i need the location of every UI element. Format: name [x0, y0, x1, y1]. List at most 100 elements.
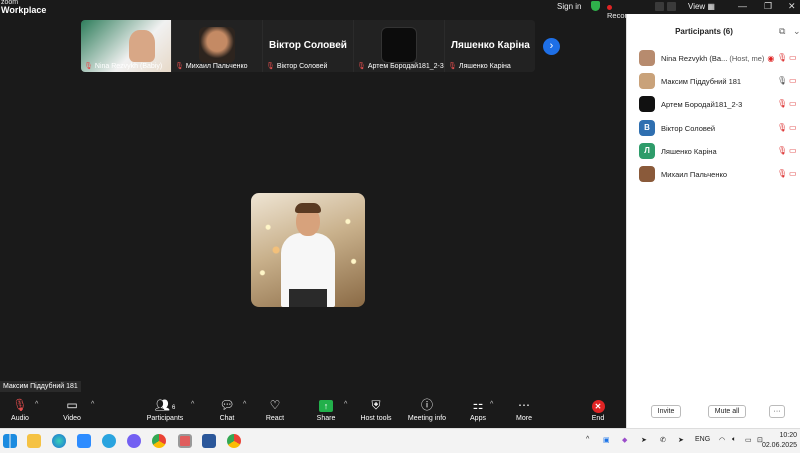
video-button[interactable]: ▭ Video: [60, 398, 84, 422]
view-menu-button[interactable]: View ▦: [688, 2, 715, 11]
meeting-info-button[interactable]: ⓘ Meeting info: [405, 398, 449, 422]
mic-muted-icon[interactable]: 🎙︎: [777, 99, 787, 108]
wifi-icon[interactable]: ◠: [719, 436, 725, 444]
apps-label: Apps: [470, 415, 486, 422]
active-speaker-video[interactable]: [251, 193, 365, 307]
mic-muted-icon[interactable]: 🎙︎: [777, 53, 787, 62]
word-icon[interactable]: [202, 434, 216, 448]
thumbnail-tile[interactable]: 🎙︎ Nina Rezvykh (Babiy): [81, 20, 171, 72]
heart-icon: ♡: [269, 398, 281, 412]
meeting-toolbar: 🎙︎ Audio ^ ▭ Video ^ 👥︎ 6 Participants ^ …: [0, 393, 626, 428]
chevron-down-icon[interactable]: ⌄: [793, 26, 800, 37]
participant-name-text: Nina Rezvykh (Ba...: [661, 54, 728, 63]
telegram-icon[interactable]: [102, 434, 116, 448]
invite-button[interactable]: Invite: [651, 405, 681, 418]
sign-in-link[interactable]: Sign in: [557, 2, 581, 11]
mic-on-icon[interactable]: 🎙︎: [777, 76, 787, 85]
pause-recording-button[interactable]: [655, 2, 664, 11]
share-options-chevron-icon[interactable]: ^: [344, 401, 347, 408]
participant-row[interactable]: Л Ляшенко Каріна 🎙︎ ▭: [627, 140, 800, 162]
thumbnail-tile[interactable]: Віктор Соловей 🎙︎ Віктор Соловей: [263, 20, 353, 72]
thumbnail-name: 🎙︎ Ляшенко Каріна: [448, 62, 511, 70]
close-icon[interactable]: ✕: [788, 1, 796, 12]
thumbnail-tile[interactable]: 🎙︎ Артем Бородай181_2-3: [354, 20, 444, 72]
camera-off-icon[interactable]: ▭: [789, 169, 797, 178]
share-screen-icon: ↑: [313, 398, 339, 412]
chat-icon: 💬︎: [219, 398, 235, 412]
participant-face: [129, 30, 155, 62]
view-label: View: [688, 2, 706, 11]
language-indicator[interactable]: ENG: [695, 436, 710, 443]
restore-icon[interactable]: ❐: [764, 1, 772, 12]
apps-button[interactable]: ⚏ Apps: [466, 398, 490, 422]
thumbnail-name: 🎙︎ Віктор Соловей: [266, 62, 327, 70]
chrome-profile-icon[interactable]: [227, 434, 241, 448]
system-clock[interactable]: 10:20 02.06.2025: [762, 431, 797, 451]
zoom-app-icon[interactable]: [77, 434, 91, 448]
mic-muted-icon[interactable]: 🎙︎: [777, 169, 787, 178]
pop-out-icon[interactable]: ⧉: [779, 26, 785, 37]
participant-row[interactable]: Михаил Пальченко 🎙︎ ▭: [627, 163, 800, 185]
viber-tray-icon[interactable]: ✆: [660, 436, 666, 444]
react-button[interactable]: ♡ React: [263, 398, 287, 422]
app-tray-icon[interactable]: ◆: [622, 436, 627, 444]
mic-muted-icon[interactable]: 🎙︎: [777, 123, 787, 132]
volume-icon[interactable]: 🔈︎: [732, 436, 736, 444]
title-bar: zoom Workplace Sign in Recording...: [0, 0, 647, 20]
audio-options-chevron-icon[interactable]: ^: [35, 401, 38, 408]
camera-off-icon[interactable]: ▭: [789, 146, 797, 155]
minimize-icon[interactable]: —: [738, 1, 747, 11]
edge-browser-icon[interactable]: [52, 434, 66, 448]
participants-button[interactable]: 👥︎ 6 Participants: [143, 398, 187, 422]
battery-icon[interactable]: ▭: [745, 436, 752, 444]
recording-dot-icon: ◉: [767, 54, 775, 63]
participant-row[interactable]: Артем Бородай181_2-3 🎙︎ ▭: [627, 93, 800, 115]
camera-off-icon[interactable]: ▭: [789, 53, 797, 62]
chat-options-chevron-icon[interactable]: ^: [243, 401, 246, 408]
mic-muted-icon: 🎙︎: [357, 63, 366, 70]
mic-muted-icon: 🎙︎: [448, 63, 457, 70]
encryption-shield-icon[interactable]: [591, 1, 600, 11]
stop-recording-button[interactable]: [667, 2, 676, 11]
apps-options-chevron-icon[interactable]: ^: [490, 401, 493, 408]
end-meeting-button[interactable]: ✕ End: [586, 398, 610, 422]
thumbnail-tile[interactable]: 🎙︎ Михаил Пальченко: [172, 20, 262, 72]
video-options-chevron-icon[interactable]: ^: [91, 401, 94, 408]
chrome-icon[interactable]: [152, 434, 166, 448]
windows-taskbar: ^ ▣ ◆ ➤ ✆ ➤ ENG ◠ 🔈︎ ▭ ⊡ 10:20 02.06.202…: [0, 428, 800, 453]
host-tools-button[interactable]: ⛨ Host tools: [358, 398, 394, 422]
participant-row[interactable]: Nina Rezvykh (Ba... (Host, me) ◉ 🎙︎ ▭: [627, 47, 800, 69]
participant-row[interactable]: В Віктор Соловей 🎙︎ ▭: [627, 117, 800, 139]
avatar: В: [639, 120, 655, 136]
zoom-tray-icon[interactable]: ▣: [603, 436, 610, 444]
camera-off-icon[interactable]: ▭: [789, 99, 797, 108]
share-label: Share: [316, 415, 336, 422]
mic-muted-icon[interactable]: 🎙︎: [777, 146, 787, 155]
participants-options-chevron-icon[interactable]: ^: [191, 401, 194, 408]
thumbnail-tile[interactable]: Ляшенко Каріна 🎙︎ Ляшенко Каріна: [445, 20, 535, 72]
file-explorer-icon[interactable]: [27, 434, 41, 448]
start-windows-icon[interactable]: [3, 434, 17, 448]
telegram-tray-icon[interactable]: ➤: [641, 436, 647, 444]
next-page-chevron-icon[interactable]: ›: [543, 38, 560, 55]
mute-all-button[interactable]: Mute all: [708, 405, 746, 418]
participant-role: (Host, me): [729, 54, 765, 63]
participant-name: Віктор Соловей: [661, 124, 716, 133]
telegram-tray-icon-2[interactable]: ➤: [678, 436, 684, 444]
telegram-alt-icon[interactable]: [178, 434, 192, 448]
participant-face: [199, 27, 235, 63]
camera-off-icon[interactable]: ▭: [789, 123, 797, 132]
audio-button[interactable]: 🎙︎ Audio: [8, 398, 32, 422]
more-button[interactable]: ⋯ More: [512, 398, 536, 422]
camera-off-icon[interactable]: ▭: [789, 76, 797, 85]
chat-button[interactable]: 💬︎ Chat: [215, 398, 239, 422]
show-hidden-icons-chevron-icon[interactable]: ^: [586, 436, 589, 443]
share-button[interactable]: ↑ Share: [313, 398, 339, 422]
viber-icon[interactable]: [127, 434, 141, 448]
avatar: [639, 166, 655, 182]
mic-muted-icon: 🎙︎: [266, 63, 275, 70]
thumbnail-name: 🎙︎ Артем Бородай181_2-3: [357, 62, 444, 70]
more-options-button[interactable]: ···: [769, 405, 785, 418]
avatar: [639, 73, 655, 89]
participant-row[interactable]: Максим Піддубний 181 🎙︎ ▭: [627, 70, 800, 92]
